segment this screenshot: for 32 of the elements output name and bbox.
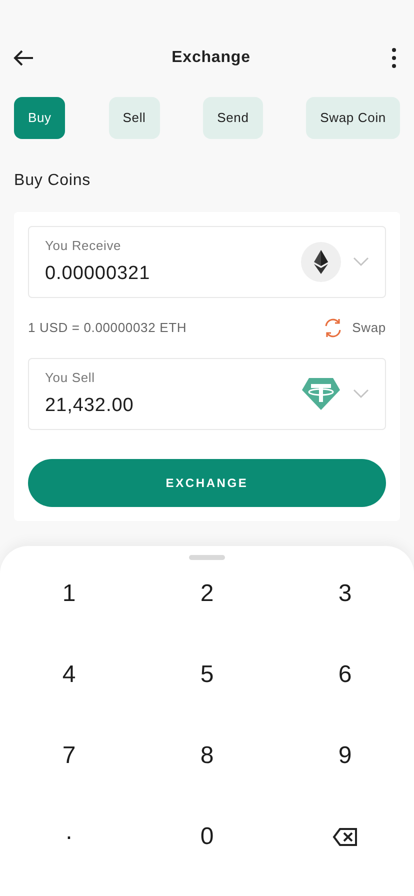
rate-text: 1 USD = 0.00000032 ETH bbox=[28, 319, 187, 338]
backspace-icon bbox=[332, 826, 358, 846]
keypad-key[interactable]: 1 bbox=[0, 553, 138, 634]
keypad-key[interactable]: 5 bbox=[138, 634, 276, 715]
keypad-key[interactable]: . bbox=[0, 796, 138, 877]
chevron-down-icon[interactable] bbox=[353, 389, 369, 399]
exchange-button[interactable]: EXCHANGE bbox=[28, 459, 386, 507]
field-label: You Sell bbox=[45, 369, 96, 387]
section-title: Buy Coins bbox=[14, 171, 92, 191]
keypad-key[interactable]: 4 bbox=[0, 634, 138, 715]
keypad-key[interactable]: 3 bbox=[276, 553, 414, 634]
field-label: You Receive bbox=[45, 237, 122, 255]
tab[interactable]: Swap Coin bbox=[306, 97, 400, 139]
sell-amount: 21,432.00 bbox=[45, 394, 135, 418]
drag-handle[interactable] bbox=[189, 555, 225, 560]
amount-field[interactable]: You Receive 0.00000321 bbox=[28, 226, 386, 298]
diamond-coin-icon bbox=[301, 242, 341, 282]
keypad-key[interactable]: 0 bbox=[138, 796, 276, 877]
tab[interactable]: Buy bbox=[14, 97, 66, 139]
keypad-key[interactable]: 7 bbox=[0, 715, 138, 796]
keypad-key[interactable]: 8 bbox=[138, 715, 276, 796]
chevron-down-icon[interactable] bbox=[353, 257, 369, 267]
keypad-key[interactable]: 6 bbox=[276, 634, 414, 715]
t-coin-icon bbox=[301, 377, 341, 411]
amount-field[interactable]: You Sell 21,432.00 bbox=[28, 358, 386, 430]
tab[interactable]: Sell bbox=[108, 97, 160, 139]
tab[interactable]: Send bbox=[203, 97, 263, 139]
keypad-key[interactable]: 9 bbox=[276, 715, 414, 796]
swap-button[interactable]: Swap bbox=[322, 317, 386, 339]
keypad-key[interactable]: 2 bbox=[138, 553, 276, 634]
page-title: Exchange bbox=[172, 48, 250, 68]
receive-amount: 0.00000321 bbox=[45, 262, 152, 286]
